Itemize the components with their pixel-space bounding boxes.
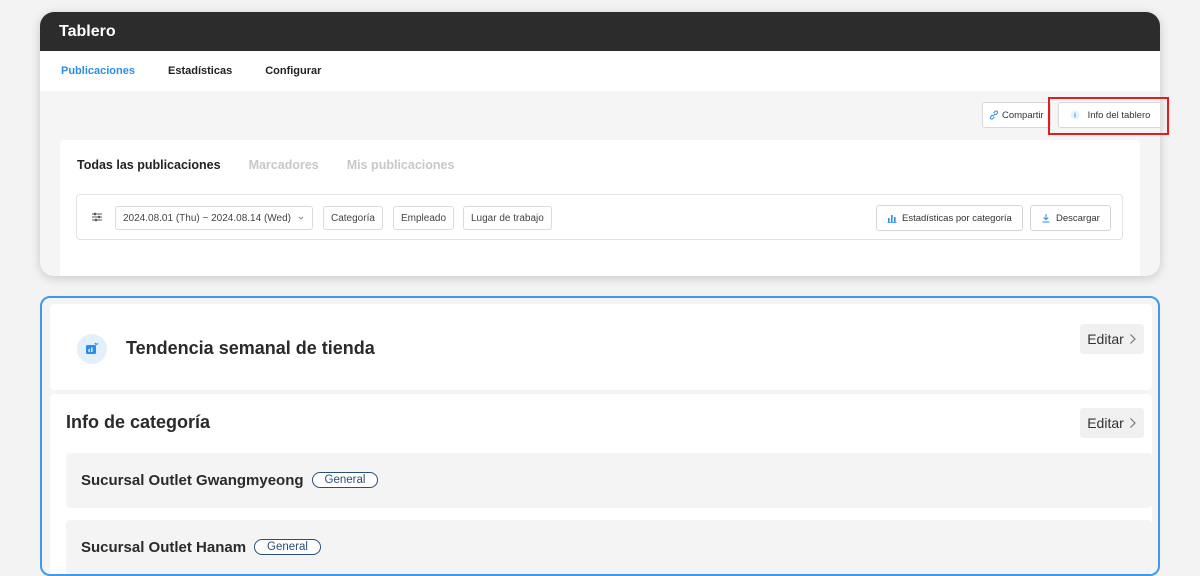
- info-icon: [1070, 110, 1080, 120]
- branch-name-text: Sucursal Outlet Hanam: [81, 539, 247, 556]
- date-range-select[interactable]: 2024.08.01 (Thu) ~ 2024.08.14 (Wed): [115, 206, 313, 230]
- category-card-title: Info de categoría: [66, 412, 211, 432]
- share-label: Compartir: [1002, 109, 1044, 121]
- nav-item-publicaciones[interactable]: Publicaciones: [61, 65, 135, 77]
- employee-filter-chip[interactable]: Empleado: [393, 206, 455, 230]
- dashboard-window: Tablero Publicaciones Estadísticas Confi…: [40, 12, 1160, 276]
- workplace-filter-chip[interactable]: Lugar de trabajo: [463, 206, 552, 230]
- action-bar: Compartir Info del tablero: [40, 102, 1160, 136]
- branch-badge: General: [254, 539, 321, 555]
- chevron-down-icon: [298, 216, 304, 220]
- category-stats-label: Estadísticas por categoría: [902, 212, 1012, 224]
- board-info-button[interactable]: Info del tablero: [1058, 102, 1160, 128]
- board-info-label: Info del tablero: [1087, 109, 1151, 121]
- tab-marcadores[interactable]: Marcadores: [249, 158, 319, 172]
- tab-todas-publicaciones[interactable]: Todas las publicaciones: [77, 158, 221, 172]
- download-label: Descargar: [1056, 212, 1100, 224]
- category-filter-chip[interactable]: Categoría: [323, 206, 383, 230]
- category-edit-label: Editar: [1087, 415, 1124, 431]
- dashboard-content: Tendencia semanal de tienda Editar Info …: [40, 296, 1160, 576]
- trend-edit-label: Editar: [1087, 331, 1124, 347]
- category-stats-button[interactable]: Estadísticas por categoría: [876, 205, 1023, 231]
- branch-name: Sucursal Outlet Hanam General: [81, 539, 321, 556]
- chevron-right-icon: [1129, 418, 1136, 428]
- trend-edit-button[interactable]: Editar: [1080, 324, 1144, 354]
- filter-bar: 2024.08.01 (Thu) ~ 2024.08.14 (Wed) Cate…: [76, 194, 1123, 240]
- post-tabs: Todas las publicaciones Marcadores Mis p…: [77, 158, 454, 172]
- nav-item-configurar[interactable]: Configurar: [265, 65, 321, 77]
- category-card: Info de categoría Editar Sucursal Outlet…: [50, 394, 1152, 574]
- tab-mis-publicaciones[interactable]: Mis publicaciones: [347, 158, 455, 172]
- branch-badge: General: [311, 472, 379, 488]
- chevron-right-icon: [1129, 334, 1136, 344]
- trend-card: Tendencia semanal de tienda Editar: [50, 304, 1152, 390]
- bar-chart-icon: [887, 215, 897, 223]
- filter-settings-icon[interactable]: [91, 211, 103, 223]
- main-nav: Publicaciones Estadísticas Configurar: [40, 51, 1160, 91]
- trend-chart-icon: [77, 334, 107, 364]
- share-button[interactable]: Compartir: [982, 102, 1051, 128]
- category-edit-button[interactable]: Editar: [1080, 408, 1144, 438]
- link-icon: [989, 110, 999, 120]
- branch-name-text: Sucursal Outlet Gwangmyeong: [81, 472, 304, 489]
- nav-item-estadisticas[interactable]: Estadísticas: [168, 65, 232, 77]
- window-titlebar: Tablero: [40, 12, 1160, 51]
- branch-name: Sucursal Outlet Gwangmyeong General: [81, 472, 379, 489]
- window-title: Tablero: [59, 22, 116, 40]
- date-range-value: 2024.08.01 (Thu) ~ 2024.08.14 (Wed): [123, 212, 291, 224]
- branch-item[interactable]: Sucursal Outlet Hanam General: [66, 520, 1152, 574]
- trend-card-title: Tendencia semanal de tienda: [126, 338, 375, 358]
- download-icon: [1042, 214, 1050, 223]
- posts-panel: Todas las publicaciones Marcadores Mis p…: [60, 140, 1140, 276]
- download-button[interactable]: Descargar: [1030, 205, 1111, 231]
- branch-item[interactable]: Sucursal Outlet Gwangmyeong General: [66, 453, 1152, 508]
